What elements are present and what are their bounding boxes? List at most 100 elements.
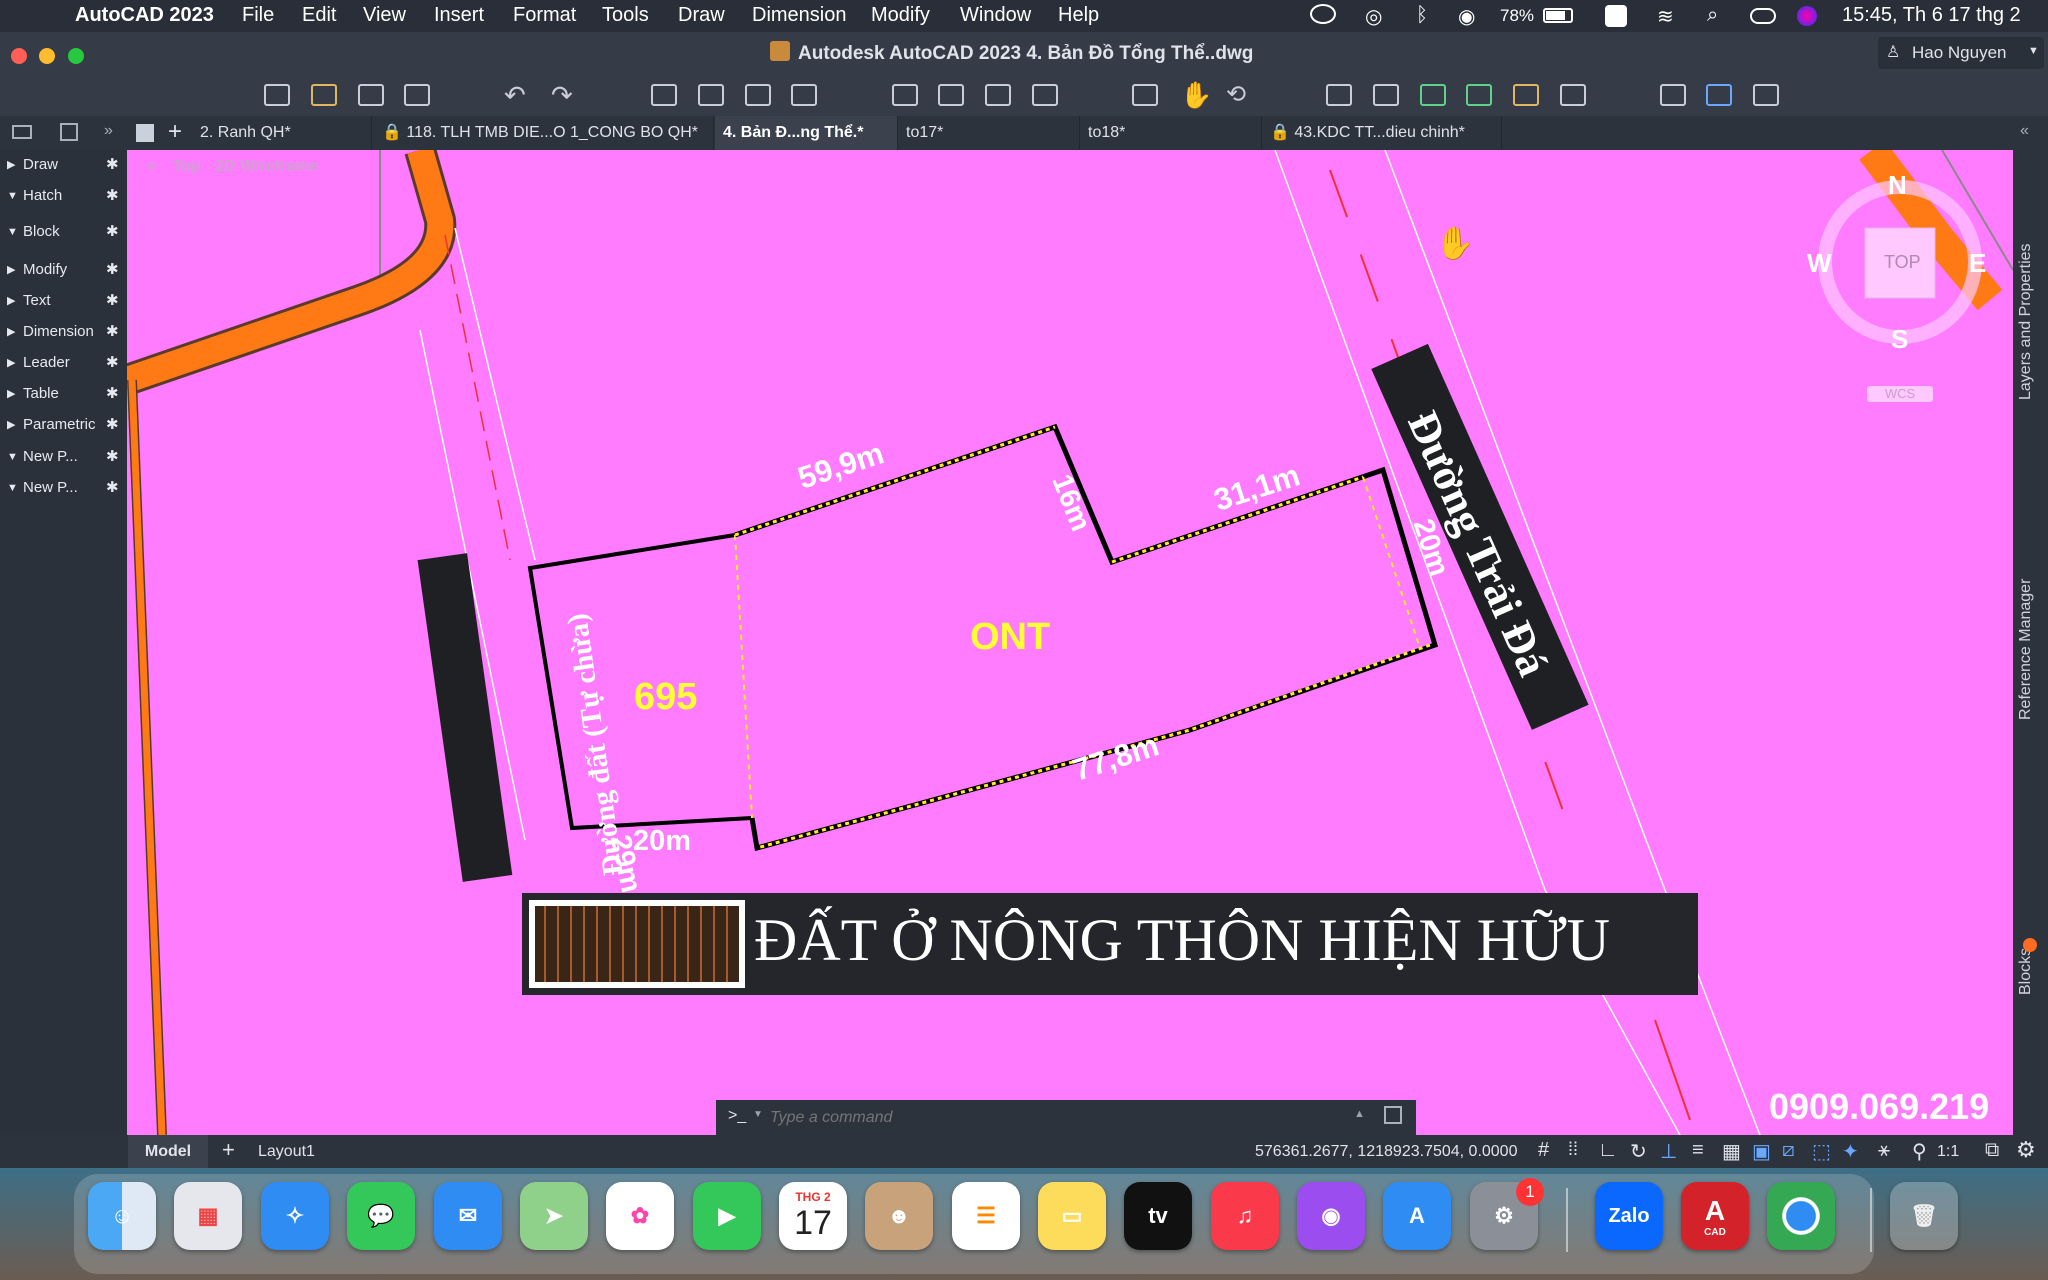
selection-cycling-icon[interactable]: ▣ [1752, 1139, 1771, 1164]
layer-properties-icon[interactable] [1326, 84, 1352, 106]
coordinates-readout[interactable]: 576361.2677, 1218923.7504, 0.0000 [1255, 1143, 1517, 1161]
snap-icon[interactable]: ⁞⁞ [1568, 1139, 1578, 1160]
clock[interactable]: 15:45, Th 6 17 thg 2 [1842, 4, 2021, 27]
sidebar-toggle-icon[interactable] [12, 125, 32, 139]
3d-osnap-icon[interactable]: ⧄ [1782, 1139, 1795, 1162]
model-tab[interactable]: Model [128, 1135, 208, 1168]
match-properties-icon[interactable] [1373, 84, 1399, 106]
polar-icon[interactable]: ↻ [1630, 1139, 1647, 1164]
export-icon[interactable] [938, 84, 964, 106]
tab-kdc-tt[interactable]: 🔒 43.KDC TT...dieu chinh* [1262, 116, 1502, 150]
tab-ban-do-tong-the[interactable]: 4. Bản Đ...ng Thể.* [715, 116, 898, 150]
palette-item-hatch[interactable]: ▼ Hatch ✱ [0, 181, 127, 211]
menu-edit[interactable]: Edit [302, 4, 336, 27]
expand-icon[interactable]: » [104, 122, 113, 140]
user-account-button[interactable]: ♙ Hao Nguyen ▼ [1878, 37, 2044, 69]
menu-file[interactable]: File [242, 4, 274, 27]
gear-icon[interactable]: ✱ [106, 150, 119, 180]
palette-item-dimension[interactable]: ▶ Dimension ✱ [0, 317, 127, 347]
tab-to18[interactable]: to18* [1080, 116, 1262, 150]
new-icon[interactable] [264, 84, 290, 106]
music-icon[interactable]: ♫ [1211, 1182, 1279, 1250]
creative-cloud-icon[interactable] [1310, 4, 1336, 24]
view-direction[interactable]: Top [173, 158, 201, 175]
web-mobile-icon[interactable] [1032, 84, 1058, 106]
palette-item-new-2[interactable]: ▼ New P... ✱ [0, 473, 127, 503]
zoom-window-icon[interactable] [1132, 84, 1158, 106]
user-icon[interactable]: ◉ [1458, 4, 1475, 29]
contacts-icon[interactable]: ☻ [865, 1182, 933, 1250]
visual-style[interactable]: 2D Wireframe [215, 158, 318, 175]
annotation-scale-icon[interactable]: ⚲ [1912, 1139, 1927, 1164]
siri-icon[interactable] [1797, 6, 1817, 26]
gear-icon[interactable]: ✱ [106, 379, 119, 409]
blocks-panel-tab[interactable]: Blocks [2017, 948, 2035, 995]
menu-format[interactable]: Format [513, 4, 576, 27]
palette-item-block[interactable]: ▼ Block ✱ [0, 217, 127, 247]
pan-icon[interactable]: ✋ [1180, 80, 1212, 111]
chevron-up-icon[interactable]: ▲ [1354, 1108, 1365, 1120]
podcasts-icon[interactable]: ◉ [1297, 1182, 1365, 1250]
layers-properties-panel-tab[interactable]: Layers and Properties [2017, 243, 2035, 400]
workspace-icon[interactable]: ⧉ [1985, 1139, 1999, 1162]
launchpad-icon[interactable]: ▦ [174, 1182, 242, 1250]
gear-icon[interactable]: ✱ [106, 217, 119, 247]
palette-item-draw[interactable]: ▶ Draw ✱ [0, 150, 127, 180]
bluetooth-icon[interactable]: ᛒ [1416, 4, 1428, 27]
import-icon[interactable] [892, 84, 918, 106]
share-icon[interactable] [985, 84, 1011, 106]
ortho-icon[interactable]: ∟ [1598, 1139, 1618, 1162]
lineweight-icon[interactable]: ≡ [1692, 1139, 1704, 1162]
batch-plot-icon[interactable] [698, 84, 724, 106]
auto-scale-icon[interactable]: ⚹ [1878, 1139, 1890, 1162]
autocad-icon[interactable]: A CAD [1681, 1182, 1749, 1250]
viewcube-top-face[interactable]: TOP [1884, 252, 1921, 273]
menu-draw[interactable]: Draw [678, 4, 725, 27]
apple-tv-icon[interactable]: tv [1124, 1182, 1192, 1250]
gear-icon[interactable]: ✱ [106, 410, 119, 440]
app-name-menu[interactable]: AutoCAD 2023 [75, 4, 214, 27]
battery-icon[interactable] [1543, 8, 1573, 23]
palette-item-text[interactable]: ▶ Text ✱ [0, 286, 127, 316]
annotation-visibility-icon[interactable]: ✦ [1842, 1139, 1859, 1164]
open-icon[interactable] [311, 84, 337, 106]
menu-modify[interactable]: Modify [871, 4, 930, 27]
gear-icon[interactable]: ✱ [106, 255, 119, 285]
menu-dimension[interactable]: Dimension [752, 4, 846, 27]
gear-icon[interactable]: ✱ [106, 473, 119, 503]
menu-insert[interactable]: Insert [434, 4, 484, 27]
gear-icon[interactable]: ⚙ [2016, 1137, 2036, 1163]
properties-icon[interactable] [1660, 84, 1686, 106]
gear-icon[interactable]: ✱ [106, 348, 119, 378]
facetime-icon[interactable]: ▶ [693, 1182, 761, 1250]
tab-ranh-qh[interactable]: 2. Ranh QH* [192, 116, 372, 150]
add-layout-button[interactable]: + [222, 1137, 235, 1163]
menu-window[interactable]: Window [960, 4, 1031, 27]
airdrop-icon[interactable]: ◎ [1365, 4, 1382, 29]
command-history-icon[interactable] [1384, 1106, 1402, 1124]
orbit-icon[interactable]: ⟲ [1226, 80, 1246, 109]
palette-item-new-1[interactable]: ▼ New P... ✱ [0, 442, 127, 472]
save-as-icon[interactable] [404, 84, 430, 106]
command-input[interactable] [768, 1105, 1332, 1131]
palette-item-parametric[interactable]: ▶ Parametric ✱ [0, 410, 127, 440]
notes-icon[interactable]: ▭ [1038, 1182, 1106, 1250]
gear-icon[interactable]: ✱ [106, 317, 119, 347]
app-store-icon[interactable]: A [1383, 1182, 1451, 1250]
save-icon[interactable] [358, 84, 384, 106]
messages-icon[interactable]: 💬 [347, 1182, 415, 1250]
zalo-icon[interactable]: Zalo [1595, 1182, 1663, 1250]
command-line-icon[interactable] [1753, 84, 1779, 106]
wcs-menu[interactable]: WCS [1867, 386, 1933, 402]
viewcube-north[interactable]: N [1888, 170, 1907, 201]
chrome-icon[interactable] [1767, 1182, 1835, 1250]
markup-icon[interactable] [1513, 84, 1539, 106]
calendar-icon[interactable]: THG 2 17 [779, 1182, 847, 1250]
viewport-controls[interactable]: + Top 2D Wireframe [147, 158, 318, 176]
finder-icon[interactable]: ☺ [88, 1182, 156, 1250]
mail-icon[interactable]: ✉ [434, 1182, 502, 1250]
grid-icon[interactable]: # [1538, 1139, 1549, 1162]
collapse-panel-icon[interactable]: « [2020, 122, 2029, 140]
palette-item-table[interactable]: ▶ Table ✱ [0, 379, 127, 409]
reminders-icon[interactable]: ☰ [952, 1182, 1020, 1250]
